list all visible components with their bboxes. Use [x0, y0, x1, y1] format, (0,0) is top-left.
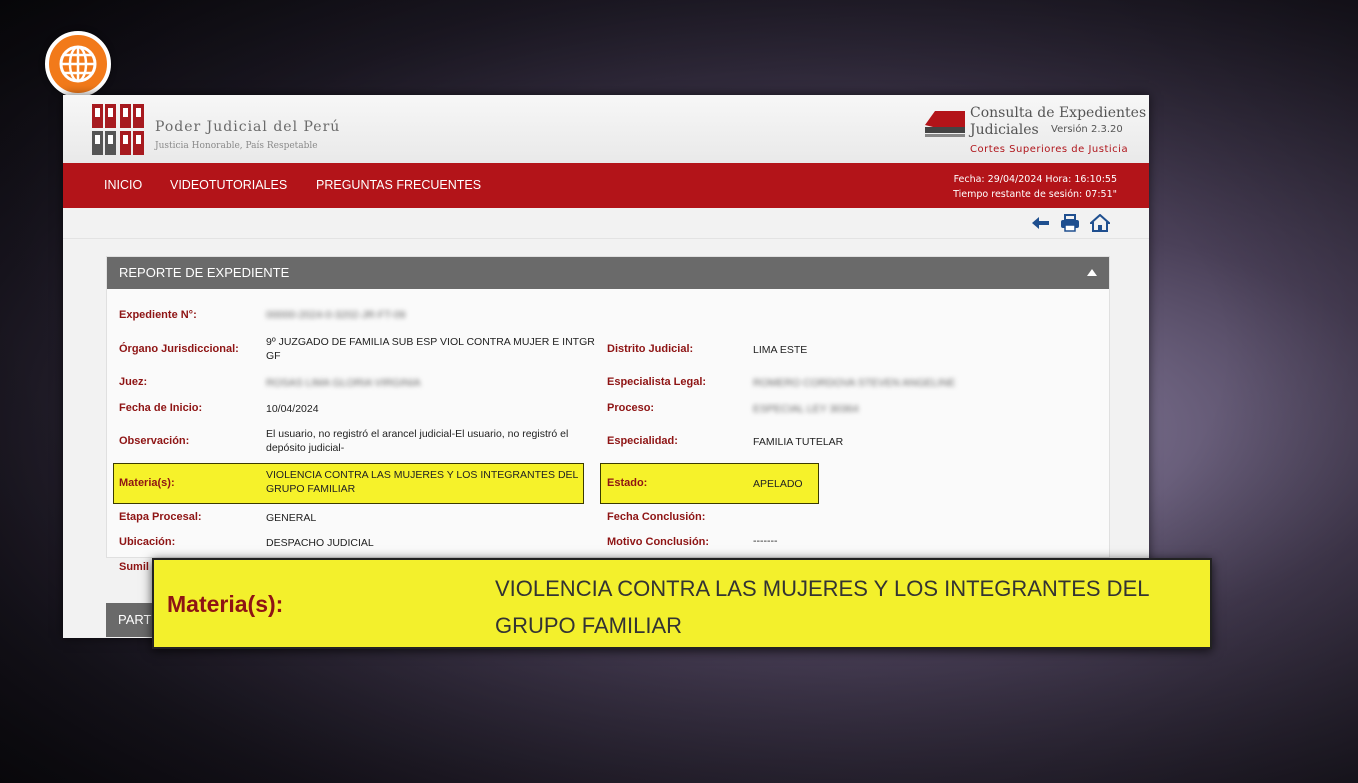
home-icon[interactable]	[1090, 214, 1110, 232]
org-slogan: Justicia Honorable, País Respetable	[155, 141, 318, 151]
report-panel-header[interactable]: REPORTE DE EXPEDIENTE	[107, 257, 1109, 289]
estado-value: APELADO	[753, 478, 803, 490]
globe-icon	[59, 45, 97, 83]
motivo-conclusion-label: Motivo Conclusión:	[607, 536, 710, 548]
distrito-value: LIMA ESTE	[753, 344, 808, 356]
materia-zoom-callout: Materia(s): VIOLENCIA CONTRA LAS MUJERES…	[152, 558, 1212, 649]
especialidad-label: Especialidad:	[607, 435, 678, 447]
report-toolbar	[63, 208, 1149, 239]
observacion-value: El usuario, no registró el arancel judic…	[266, 428, 569, 454]
nav-videotutoriales[interactable]: VIDEOTUTORIALES	[170, 178, 287, 192]
session-date-time: Fecha: 29/04/2024 Hora: 16:10:55	[953, 174, 1117, 185]
organo-value: 9º JUZGADO DE FAMILIA SUB ESP VIOL CONTR…	[266, 336, 595, 362]
poder-judicial-logo	[92, 104, 144, 155]
juez-value: ROSAS LIMA GLORIA VIRGINIA	[266, 377, 421, 389]
back-arrow-icon[interactable]	[1031, 214, 1051, 232]
expediente-label: Expediente N°:	[119, 309, 197, 321]
sumilla-label: Sumil	[119, 561, 149, 573]
browser-page: Poder Judicial del Perú Justicia Honorab…	[63, 95, 1149, 638]
main-nav: INICIO VIDEOTUTORIALES PREGUNTAS FRECUEN…	[63, 163, 1149, 208]
site-header: Poder Judicial del Perú Justicia Honorab…	[63, 95, 1149, 163]
report-title: REPORTE DE EXPEDIENTE	[119, 265, 290, 280]
materia-label: Materia(s):	[119, 477, 175, 489]
fecha-inicio-label: Fecha de Inicio:	[119, 402, 203, 414]
collapse-caret-icon[interactable]	[1087, 269, 1097, 276]
partes-section-title: PART	[118, 612, 152, 627]
broadcaster-globe-logo	[45, 31, 111, 97]
estado-label: Estado:	[607, 477, 648, 489]
proceso-value: ESPECIAL LEY 30364	[753, 403, 859, 415]
expediente-report-panel: REPORTE DE EXPEDIENTE Expediente N°: 000…	[106, 256, 1110, 558]
juez-label: Juez:	[119, 376, 148, 388]
organo-label: Órgano Jurisdiccional:	[119, 343, 239, 355]
motivo-conclusion-value: -------	[753, 535, 778, 547]
etapa-procesal-value: GENERAL	[266, 512, 317, 524]
fecha-inicio-value: 10/04/2024	[266, 403, 319, 415]
expediente-value: 00000-2024-0-3202-JR-FT-09	[266, 309, 406, 321]
especialista-label: Especialista Legal:	[607, 376, 707, 388]
ubicacion-value: DESPACHO JUDICIAL	[266, 537, 374, 549]
fecha-conclusion-label: Fecha Conclusión:	[607, 511, 706, 523]
zoom-materia-value: VIOLENCIA CONTRA LAS MUJERES Y LOS INTEG…	[495, 576, 1149, 638]
book-icon	[925, 111, 965, 137]
especialidad-value: FAMILIA TUTELAR	[753, 436, 844, 448]
ubicacion-label: Ubicación:	[119, 536, 176, 548]
etapa-procesal-label: Etapa Procesal:	[119, 511, 202, 523]
especialista-value: ROMERO CORDOVA STEVEN ANGELINE	[753, 377, 956, 389]
materia-value: VIOLENCIA CONTRA LAS MUJERES Y LOS INTEG…	[266, 469, 578, 495]
observacion-label: Observación:	[119, 435, 190, 447]
session-time-remaining: Tiempo restante de sesión: 07:51"	[953, 189, 1117, 200]
app-title-line1: Consulta de Expedientes	[970, 105, 1147, 121]
org-name: Poder Judicial del Perú	[155, 119, 341, 135]
print-icon[interactable]	[1060, 214, 1080, 232]
nav-preguntas-frecuentes[interactable]: PREGUNTAS FRECUENTES	[316, 178, 481, 192]
nav-inicio[interactable]: INICIO	[104, 178, 142, 192]
app-version: Versión 2.3.20	[1051, 124, 1123, 135]
session-info: Fecha: 29/04/2024 Hora: 16:10:55 Tiempo …	[953, 172, 1117, 202]
cortes-superiores-link[interactable]: Cortes Superiores de Justicia	[970, 144, 1128, 155]
proceso-label: Proceso:	[607, 402, 655, 414]
zoom-materia-label: Materia(s):	[167, 591, 284, 617]
distrito-label: Distrito Judicial:	[607, 343, 694, 355]
